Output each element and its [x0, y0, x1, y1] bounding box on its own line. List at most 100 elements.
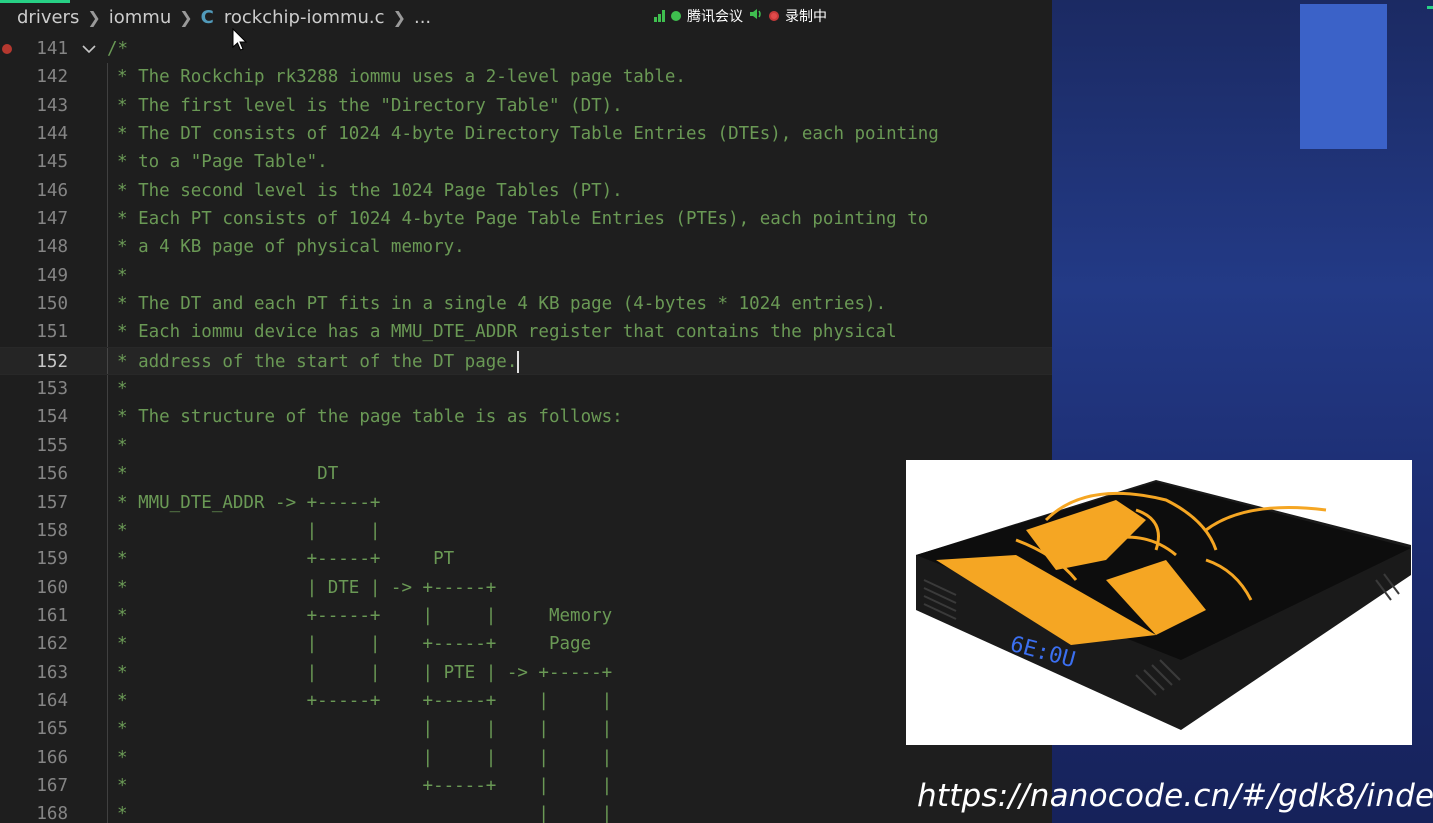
- code-line[interactable]: 168 * | |: [0, 800, 1052, 823]
- code-text: * | | +-----+ Page: [117, 634, 592, 655]
- code-text: * The structure of the page table is as …: [117, 407, 623, 428]
- line-number: 145: [36, 152, 68, 173]
- code-text: * The first level is the "Directory Tabl…: [117, 95, 623, 116]
- line-number: 163: [36, 662, 68, 683]
- code-line[interactable]: 150 * The DT and each PT fits in a single…: [0, 290, 1052, 318]
- breadcrumb-item-iommu[interactable]: iommu: [109, 7, 172, 28]
- code-comment-text[interactable]: * Each iommu device has a MMU_DTE_ADDR r…: [117, 318, 897, 346]
- code-comment-text[interactable]: * The Rockchip rk3288 iommu uses a 2-lev…: [117, 63, 686, 91]
- watermark-url: https://nanocode.cn/#/gdk8/index: [917, 778, 1433, 814]
- code-line[interactable]: 151 * Each iommu device has a MMU_DTE_ADD…: [0, 318, 1052, 346]
- code-comment-text[interactable]: * The first level is the "Directory Tabl…: [117, 92, 623, 120]
- code-comment-text[interactable]: * | | | |: [117, 715, 612, 743]
- code-comment-text[interactable]: * +-----+ PT: [117, 545, 454, 573]
- code-line[interactable]: 143 * The first level is the "Directory T…: [0, 92, 1052, 120]
- speaker-icon[interactable]: [749, 7, 763, 25]
- code-line[interactable]: 158 * | |: [0, 517, 1052, 545]
- code-text: * | | | PTE | -> +-----+: [117, 662, 613, 683]
- code-comment-text[interactable]: *: [117, 432, 128, 460]
- breadcrumb-item-symbols[interactable]: ...: [414, 7, 431, 28]
- meeting-status-bar[interactable]: 腾讯会议 录制中: [654, 6, 827, 26]
- code-editor[interactable]: drivers ❯ iommu ❯ C rockchip-iommu.c ❯ .…: [0, 0, 1052, 823]
- code-line[interactable]: 148 * a 4 KB page of physical memory.: [0, 233, 1052, 261]
- code-comment-text[interactable]: * | DTE | -> +-----+: [117, 574, 496, 602]
- code-comment-text[interactable]: * to a "Page Table".: [117, 148, 328, 176]
- code-line[interactable]: 149 *: [0, 262, 1052, 290]
- code-text: * a 4 KB page of physical memory.: [117, 237, 465, 258]
- line-number: 158: [36, 520, 68, 541]
- code-text: *: [117, 435, 128, 456]
- code-line[interactable]: 145 * to a "Page Table".: [0, 148, 1052, 176]
- code-line[interactable]: 142 * The Rockchip rk3288 iommu uses a 2-…: [0, 63, 1052, 91]
- code-line[interactable]: 163 * | | | PTE | -> +-----+: [0, 659, 1052, 687]
- fold-chevron-down-icon[interactable]: [80, 35, 98, 63]
- code-line[interactable]: 152 * address of the start of the DT page…: [0, 346, 1052, 376]
- code-line[interactable]: 146 * The second level is the 1024 Page T…: [0, 177, 1052, 205]
- line-number: 147: [36, 209, 68, 230]
- code-line[interactable]: 154 * The structure of the page table is …: [0, 403, 1052, 431]
- participant-video-tile[interactable]: [1300, 4, 1387, 149]
- code-line[interactable]: 160 * | DTE | -> +-----+: [0, 574, 1052, 602]
- breadcrumb-item-file[interactable]: rockchip-iommu.c: [224, 7, 385, 28]
- code-comment-text[interactable]: * a 4 KB page of physical memory.: [117, 233, 465, 261]
- line-number: 157: [36, 492, 68, 513]
- code-text: * to a "Page Table".: [117, 152, 328, 173]
- code-text: * Each iommu device has a MMU_DTE_ADDR r…: [117, 322, 897, 343]
- breadcrumb-item-drivers[interactable]: drivers: [17, 7, 79, 28]
- code-lines[interactable]: 141 /* 142 * The Rockchip rk3288 iommu uses…: [0, 35, 1052, 823]
- code-comment-text[interactable]: * The second level is the 1024 Page Tabl…: [117, 177, 623, 205]
- code-text: * DT: [117, 464, 339, 485]
- code-line[interactable]: 156 * DT: [0, 460, 1052, 488]
- line-number: 151: [36, 322, 68, 343]
- code-comment-text[interactable]: * +-----+ | | Memory: [117, 602, 612, 630]
- line-number: 156: [36, 464, 68, 485]
- code-comment-text[interactable]: * MMU_DTE_ADDR -> +-----+: [117, 489, 380, 517]
- line-number: 141: [36, 39, 68, 59]
- code-text: * | | | |: [117, 747, 613, 768]
- code-line[interactable]: 157 * MMU_DTE_ADDR -> +-----+: [0, 489, 1052, 517]
- code-comment-text[interactable]: * The DT consists of 1024 4-byte Directo…: [117, 120, 939, 148]
- code-comment-text[interactable]: * | | | |: [117, 744, 612, 772]
- line-number: 162: [36, 634, 68, 655]
- code-comment-text[interactable]: * | | +-----+ Page: [117, 630, 591, 658]
- code-text: * | |: [117, 804, 613, 823]
- code-comment-text[interactable]: * +-----+ | |: [117, 772, 612, 800]
- line-number: 142: [36, 67, 68, 88]
- line-number: 166: [36, 747, 68, 768]
- code-text: *: [117, 265, 128, 286]
- code-comment-text[interactable]: * | |: [117, 800, 612, 823]
- code-line[interactable]: 166 * | | | |: [0, 744, 1052, 772]
- code-line[interactable]: 144 * The DT consists of 1024 4-byte Dire…: [0, 120, 1052, 148]
- code-comment-text[interactable]: *: [117, 375, 128, 403]
- code-line[interactable]: 147 * Each PT consists of 1024 4-byte Pag…: [0, 205, 1052, 233]
- code-comment-text[interactable]: * The structure of the page table is as …: [117, 403, 623, 431]
- code-comment-text[interactable]: * | |: [117, 517, 380, 545]
- code-comment-text[interactable]: * +-----+ +-----+ | |: [117, 687, 612, 715]
- code-comment-text[interactable]: * Each PT consists of 1024 4-byte Page T…: [117, 205, 928, 233]
- code-line[interactable]: 162 * | | +-----+ Page: [0, 630, 1052, 658]
- tv-box-device-image: 6E:0U: [916, 480, 1411, 730]
- code-comment-text[interactable]: *: [117, 262, 128, 290]
- code-comment-text[interactable]: * The DT and each PT fits in a single 4 …: [117, 290, 886, 318]
- window-edge-indicator: [1427, 6, 1433, 9]
- code-line[interactable]: 141 /*: [0, 35, 1052, 63]
- code-text: * +-----+ | | Memory: [117, 605, 613, 626]
- line-number: 149: [36, 265, 68, 286]
- code-comment-text[interactable]: * address of the start of the DT page.: [117, 348, 520, 376]
- line-number: 165: [36, 719, 68, 740]
- code-line[interactable]: 161 * +-----+ | | Memory: [0, 602, 1052, 630]
- line-number: 167: [36, 775, 68, 796]
- code-comment-text[interactable]: /*: [107, 35, 128, 63]
- code-comment-text[interactable]: * | | | PTE | -> +-----+: [117, 659, 612, 687]
- code-line[interactable]: 153 *: [0, 375, 1052, 403]
- code-line[interactable]: 164 * +-----+ +-----+ | |: [0, 687, 1052, 715]
- code-line[interactable]: 159 * +-----+ PT: [0, 545, 1052, 573]
- code-line[interactable]: 167 * +-----+ | |: [0, 772, 1052, 800]
- code-comment-text[interactable]: * DT: [117, 460, 338, 488]
- code-text: *: [117, 379, 128, 400]
- text-caret: [517, 350, 520, 373]
- code-text: * +-----+ PT: [117, 549, 455, 570]
- meeting-app-name: 腾讯会议: [687, 9, 743, 25]
- code-line[interactable]: 155 *: [0, 432, 1052, 460]
- code-line[interactable]: 165 * | | | |: [0, 715, 1052, 743]
